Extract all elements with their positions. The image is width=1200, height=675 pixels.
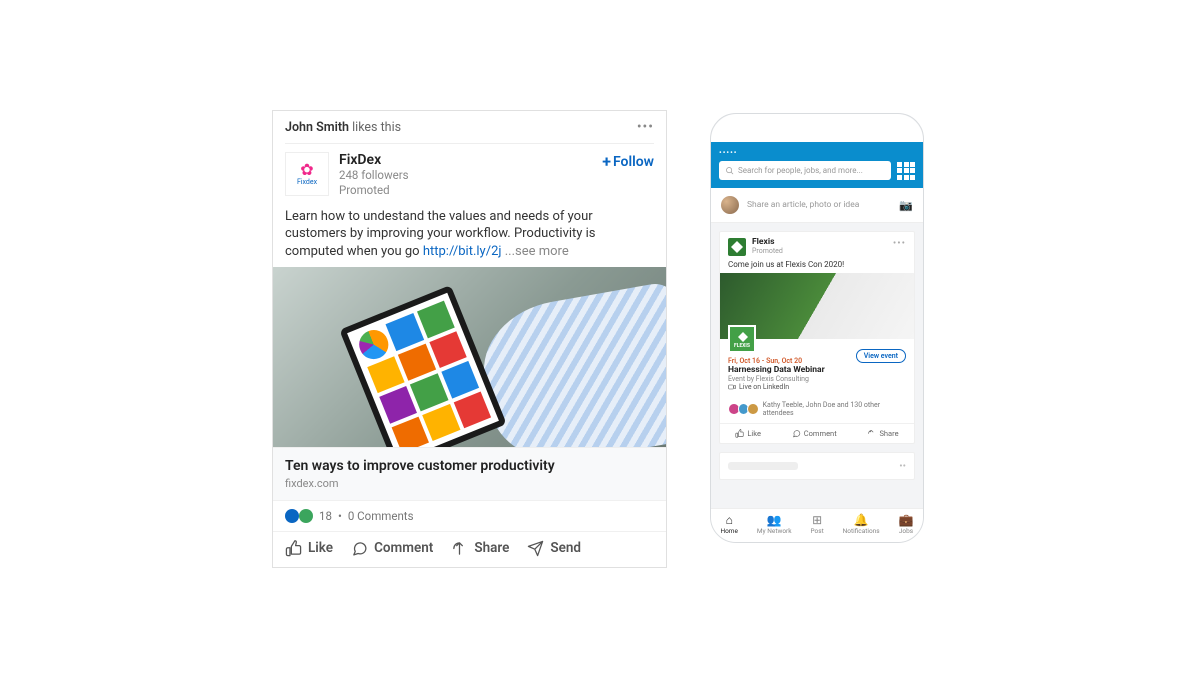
tab-jobs[interactable]: 💼 Jobs [899, 514, 914, 535]
search-icon [725, 166, 734, 175]
social-proof-suffix: likes this [352, 120, 401, 135]
company-followers: 248 followers [339, 168, 602, 183]
mobile-post-header: Flexis Promoted ••• [720, 232, 914, 260]
avatar [721, 196, 739, 214]
view-event-button[interactable]: View event [856, 349, 906, 363]
company-name[interactable]: Flexis [752, 238, 783, 247]
post-entity-row: ✿ Fixdex FixDex 248 followers Promoted +… [273, 144, 666, 204]
follow-button[interactable]: + Follow [602, 152, 654, 171]
event-title[interactable]: Harnessing Data Webinar [728, 365, 906, 375]
social-counts[interactable]: 18 • 0 Comments [273, 500, 666, 531]
event-attendees[interactable]: Kathy Teeble, John Doe and 130 other att… [720, 397, 914, 423]
company-logo-text: Fixdex [297, 178, 317, 186]
reaction-count: 18 [319, 509, 332, 523]
apps-grid-icon[interactable] [897, 162, 915, 180]
people-icon: 👥 [767, 514, 782, 526]
like-button[interactable]: Like [735, 429, 761, 438]
reaction-like-icon [285, 509, 299, 523]
send-button[interactable]: Send [527, 540, 581, 557]
tab-notifications[interactable]: 🔔 Notifications [843, 514, 880, 535]
post-body: Learn how to undestand the values and ne… [273, 204, 666, 267]
social-proof: John Smith likes this [285, 120, 401, 135]
event-live-label: Live on LinkedIn [728, 383, 906, 391]
video-icon [728, 383, 736, 391]
separator: • [338, 509, 342, 523]
reaction-celebrate-icon [299, 509, 313, 523]
social-proof-name[interactable]: John Smith [285, 120, 349, 135]
like-button[interactable]: Like [285, 540, 333, 557]
promoted-label: Promoted [339, 183, 602, 198]
follow-label: Follow [613, 154, 654, 170]
share-button[interactable]: Share [867, 429, 898, 438]
mobile-header: ••••• Search for people, jobs, and more.… [711, 142, 923, 188]
search-placeholder: Search for people, jobs, and more... [738, 166, 863, 175]
tab-network[interactable]: 👥 My Network [757, 514, 792, 535]
post-header: John Smith likes this ••• [273, 111, 666, 139]
attendees-text: Kathy Teeble, John Doe and 130 other att… [763, 401, 906, 417]
speech-bubble-icon [792, 429, 801, 438]
plus-icon: + [602, 152, 611, 171]
bell-icon: 🔔 [854, 514, 869, 526]
thumbs-up-icon [735, 429, 744, 438]
post-actions: Like Comment Share Send [273, 531, 666, 567]
camera-icon[interactable]: 📷 [899, 199, 913, 212]
mobile-post-image[interactable]: FLEXIS [720, 273, 914, 339]
skeleton-card: •• [719, 452, 915, 480]
comment-button[interactable]: Comment [792, 429, 837, 438]
post-menu-icon[interactable]: ••• [637, 119, 654, 135]
company-logo[interactable] [728, 238, 746, 256]
home-icon: ⌂ [726, 514, 733, 526]
company-name[interactable]: FixDex [339, 152, 602, 168]
attendee-avatar [747, 403, 759, 415]
mobile-post-actions: Like Comment Share [720, 423, 914, 443]
company-meta: FixDex 248 followers Promoted [339, 152, 602, 198]
share-composer[interactable]: Share an article, photo or idea 📷 [711, 188, 923, 223]
see-more-button[interactable]: ...see more [505, 244, 569, 259]
share-arrow-icon [867, 429, 876, 438]
phone-frame: ••••• Search for people, jobs, and more.… [710, 113, 924, 543]
company-logo[interactable]: ✿ Fixdex [285, 152, 329, 196]
feed-post-card: John Smith likes this ••• ✿ Fixdex FixDe… [272, 110, 667, 568]
thumbs-up-icon [285, 540, 302, 557]
article-title: Ten ways to improve customer productivit… [285, 458, 654, 474]
article-preview[interactable]: Ten ways to improve customer productivit… [273, 447, 666, 500]
gear-icon: ✿ [300, 162, 313, 178]
phone-notch [711, 114, 923, 142]
post-hero-image[interactable] [273, 267, 666, 447]
mobile-post-text: Come join us at Flexis Con 2020! [720, 260, 914, 273]
comments-count: 0 Comments [348, 509, 414, 523]
event-details: View event Fri, Oct 16 - Sun, Oct 20 Har… [720, 339, 914, 397]
post-link[interactable]: http://bit.ly/2j [423, 244, 502, 259]
mobile-tabbar: ⌂ Home 👥 My Network ⊞ Post 🔔 Notificatio… [711, 508, 923, 542]
post-menu-icon[interactable]: ••• [893, 238, 906, 249]
share-button[interactable]: Share [451, 540, 509, 557]
speech-bubble-icon [351, 540, 368, 557]
promoted-label: Promoted [752, 247, 783, 255]
search-input[interactable]: Search for people, jobs, and more... [719, 161, 891, 180]
article-domain: fixdex.com [285, 477, 654, 490]
signal-icon: ••••• [719, 148, 915, 157]
event-organizer: Event by Flexis Consulting [728, 375, 906, 383]
comment-button[interactable]: Comment [351, 540, 433, 557]
skeleton-bar [728, 462, 798, 470]
briefcase-icon: 💼 [899, 514, 914, 526]
paper-plane-icon [527, 540, 544, 557]
mobile-post-card: Flexis Promoted ••• Come join us at Flex… [719, 231, 915, 444]
post-menu-icon[interactable]: •• [899, 461, 906, 472]
tab-home[interactable]: ⌂ Home [720, 514, 738, 535]
composer-placeholder: Share an article, photo or idea [747, 200, 891, 210]
hero-tablet [339, 285, 506, 447]
tab-post[interactable]: ⊞ Post [810, 514, 823, 535]
share-arrow-icon [451, 540, 468, 557]
plus-square-icon: ⊞ [812, 514, 822, 526]
